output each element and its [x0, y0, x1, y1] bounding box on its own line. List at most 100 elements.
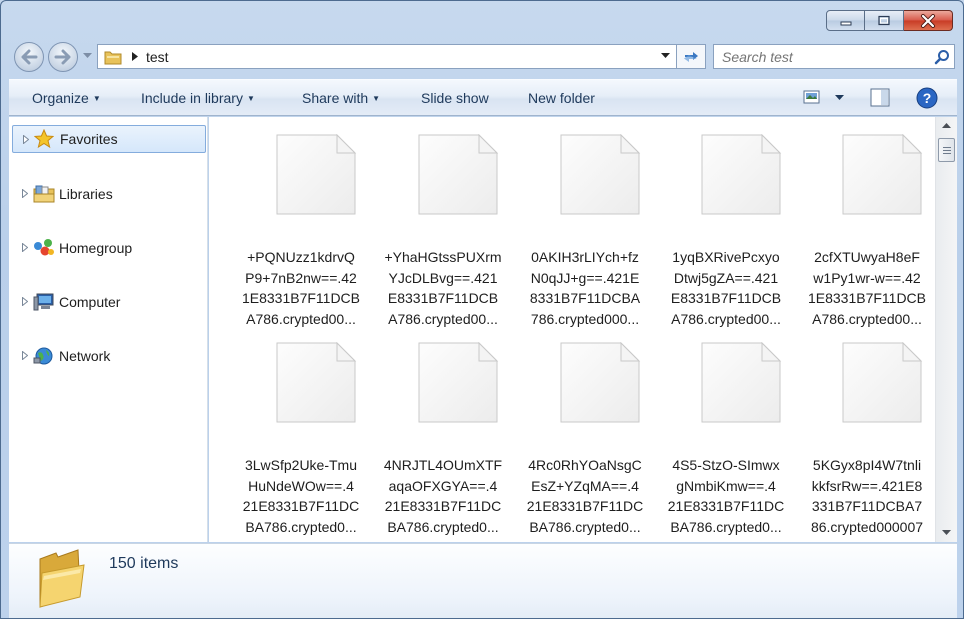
expand-triangle-icon[interactable] [22, 351, 28, 360]
file-name: +YhaHGtssPUXrm YJcDLBvg==.421 E8331B7F11DC… [379, 247, 507, 329]
preview-pane-icon[interactable] [870, 88, 890, 107]
file-icon [418, 342, 499, 423]
search-box[interactable] [713, 44, 955, 69]
chevron-down-icon: ▼ [372, 94, 381, 103]
close-button[interactable] [904, 10, 953, 31]
back-button[interactable] [14, 42, 44, 72]
change-view-icon[interactable] [803, 88, 821, 106]
file-item[interactable]: 5KGyx8pI4W7tnli kkfsrRw==.421E8 331B7F11DC… [803, 342, 931, 542]
file-item[interactable]: 4NRJTL4OUmXTF aqaOFXGYA==.4 21E8331B7F11DC… [379, 342, 507, 542]
file-name-line: 4Rc0RhYOaNsgC [528, 457, 642, 473]
chevron-down-icon: ▼ [92, 94, 101, 103]
close-icon [921, 13, 935, 28]
organize-menu-button[interactable]: Organize ▼ [32, 90, 101, 106]
slide-show-button[interactable]: Slide show [421, 90, 489, 106]
file-item[interactable]: 4Rc0RhYOaNsgC EsZ+YZqMA==.4 21E8331B7F11DC… [521, 342, 649, 542]
file-icon [560, 134, 641, 215]
file-name-line: 21E8331B7F11DC [242, 498, 360, 514]
sidebar-item-libraries[interactable]: Libraries [9, 180, 207, 208]
scrollbar-thumb[interactable] [938, 138, 955, 162]
sidebar-item-computer[interactable]: Computer [9, 288, 207, 316]
address-dropdown-icon[interactable] [661, 53, 670, 59]
refresh-button[interactable] [677, 44, 706, 69]
homegroup-icon [34, 239, 54, 256]
explorer-window: test Organize▼ Include in library▼ Share… [0, 0, 964, 619]
file-item[interactable]: +PQNUzz1kdrvQ P9+7nB2nw==.42 1E8331B7F11DC… [237, 134, 365, 334]
file-name: 2cfXTUwyaH8eF w1Py1wr-w==.42 1E8331B7F11DC… [803, 247, 931, 329]
file-name-line: 331B7F11DCBA7 [811, 498, 923, 514]
expand-triangle-icon[interactable] [22, 297, 28, 306]
breadcrumb-chevron-icon[interactable] [132, 52, 138, 61]
scroll-down-icon[interactable] [942, 530, 951, 536]
folder-icon [39, 549, 85, 608]
forward-button[interactable] [48, 42, 78, 72]
file-name-line: 21E8331B7F11DC [384, 498, 502, 514]
new-folder-label: New folder [528, 90, 595, 106]
breadcrumb-item[interactable]: test [146, 49, 169, 65]
vertical-scrollbar[interactable] [935, 117, 957, 542]
file-name-line: 2cfXTUwyaH8eF [814, 249, 920, 265]
share-label: Share with [302, 90, 369, 106]
search-input[interactable] [714, 45, 914, 68]
forward-arrow-icon [54, 49, 71, 65]
maximize-button[interactable] [865, 10, 904, 31]
svg-text:?: ? [923, 90, 932, 106]
file-name: 3LwSfp2Uke-Tmu HuNdeWOw==.4 21E8331B7F11DC… [237, 455, 365, 537]
chevron-down-icon: ▼ [246, 94, 255, 103]
file-name-line: 3LwSfp2Uke-Tmu [244, 457, 358, 473]
file-name: 4S5-StzO-SImwx gNmbiKmw==.4 21E8331B7F11DC… [662, 455, 790, 537]
file-icon [701, 342, 782, 423]
file-name-line: BA786.crypted0... [245, 518, 357, 535]
file-icon [418, 134, 499, 215]
file-name-line: P9+7nB2nw==.42 [245, 269, 357, 286]
expand-triangle-icon[interactable] [22, 243, 28, 252]
sidebar-item-label: Computer [59, 294, 121, 310]
file-list-view[interactable]: +PQNUzz1kdrvQ P9+7nB2nw==.42 1E8331B7F11DC… [209, 117, 935, 542]
navigation-pane: Favorites Libraries Homegroup Computer N… [9, 117, 208, 542]
sidebar-item-favorites[interactable]: Favorites [12, 125, 206, 153]
scroll-up-icon[interactable] [942, 123, 951, 129]
file-item[interactable]: 0AKIH3rLIYch+fz N0qJJ+g==.421E 8331B7F11DC… [521, 134, 649, 334]
network-icon [33, 347, 53, 365]
file-icon [276, 134, 357, 215]
file-name: 0AKIH3rLIYch+fz N0qJJ+g==.421E 8331B7F11DC… [521, 247, 649, 329]
file-name-line: 1E8331B7F11DCB [807, 290, 927, 306]
file-name-line: HuNdeWOw==.4 [248, 477, 354, 494]
file-item[interactable]: +YhaHGtssPUXrm YJcDLBvg==.421 E8331B7F11DC… [379, 134, 507, 334]
file-item[interactable]: 4S5-StzO-SImwx gNmbiKmw==.4 21E8331B7F11DC… [662, 342, 790, 542]
minimize-button[interactable] [826, 10, 865, 31]
file-name-line: kkfsrRw==.421E8 [811, 477, 923, 494]
search-icon[interactable] [934, 49, 950, 65]
file-name-line: A786.crypted00... [812, 310, 922, 327]
file-name-line: +PQNUzz1kdrvQ [247, 249, 355, 265]
file-name-line: E8331B7F11DCB [387, 290, 499, 306]
help-icon[interactable]: ? [916, 87, 938, 109]
slide-show-label: Slide show [421, 90, 489, 106]
file-name: 4Rc0RhYOaNsgC EsZ+YZqMA==.4 21E8331B7F11DC… [521, 455, 649, 537]
file-item[interactable]: 3LwSfp2Uke-Tmu HuNdeWOw==.4 21E8331B7F11DC… [237, 342, 365, 542]
file-name-line: aqaOFXGYA==.4 [388, 477, 498, 494]
sidebar-item-network[interactable]: Network [9, 342, 207, 370]
expand-triangle-icon[interactable] [23, 135, 29, 144]
folder-icon [104, 51, 122, 64]
back-arrow-icon [21, 49, 38, 65]
recent-pages-dropdown-icon[interactable] [83, 53, 92, 59]
file-item[interactable]: 1yqBXRivePcxyo Dtwj5gZA==.421 E8331B7F11DC… [662, 134, 790, 334]
view-options-dropdown-icon[interactable] [835, 95, 844, 101]
share-with-button[interactable]: Share with ▼ [302, 90, 380, 106]
file-name: 1yqBXRivePcxyo Dtwj5gZA==.421 E8331B7F11DC… [662, 247, 790, 329]
include-in-library-button[interactable]: Include in library ▼ [141, 90, 255, 106]
address-bar[interactable]: test [97, 44, 677, 69]
file-name-line: 21E8331B7F11DC [667, 498, 785, 514]
file-item[interactable]: 2cfXTUwyaH8eF w1Py1wr-w==.42 1E8331B7F11DC… [803, 134, 931, 334]
file-name-line: YJcDLBvg==.421 [388, 269, 498, 286]
sidebar-item-label: Libraries [59, 186, 113, 202]
new-folder-button[interactable]: New folder [528, 90, 595, 106]
expand-triangle-icon[interactable] [22, 189, 28, 198]
file-name-line: 4S5-StzO-SImwx [672, 457, 780, 473]
sidebar-item-homegroup[interactable]: Homegroup [9, 234, 207, 262]
sidebar-item-label: Homegroup [59, 240, 133, 256]
file-name-line: w1Py1wr-w==.42 [813, 269, 921, 286]
file-name-line: EsZ+YZqMA==.4 [531, 477, 639, 494]
item-count: 150 items [109, 555, 179, 572]
